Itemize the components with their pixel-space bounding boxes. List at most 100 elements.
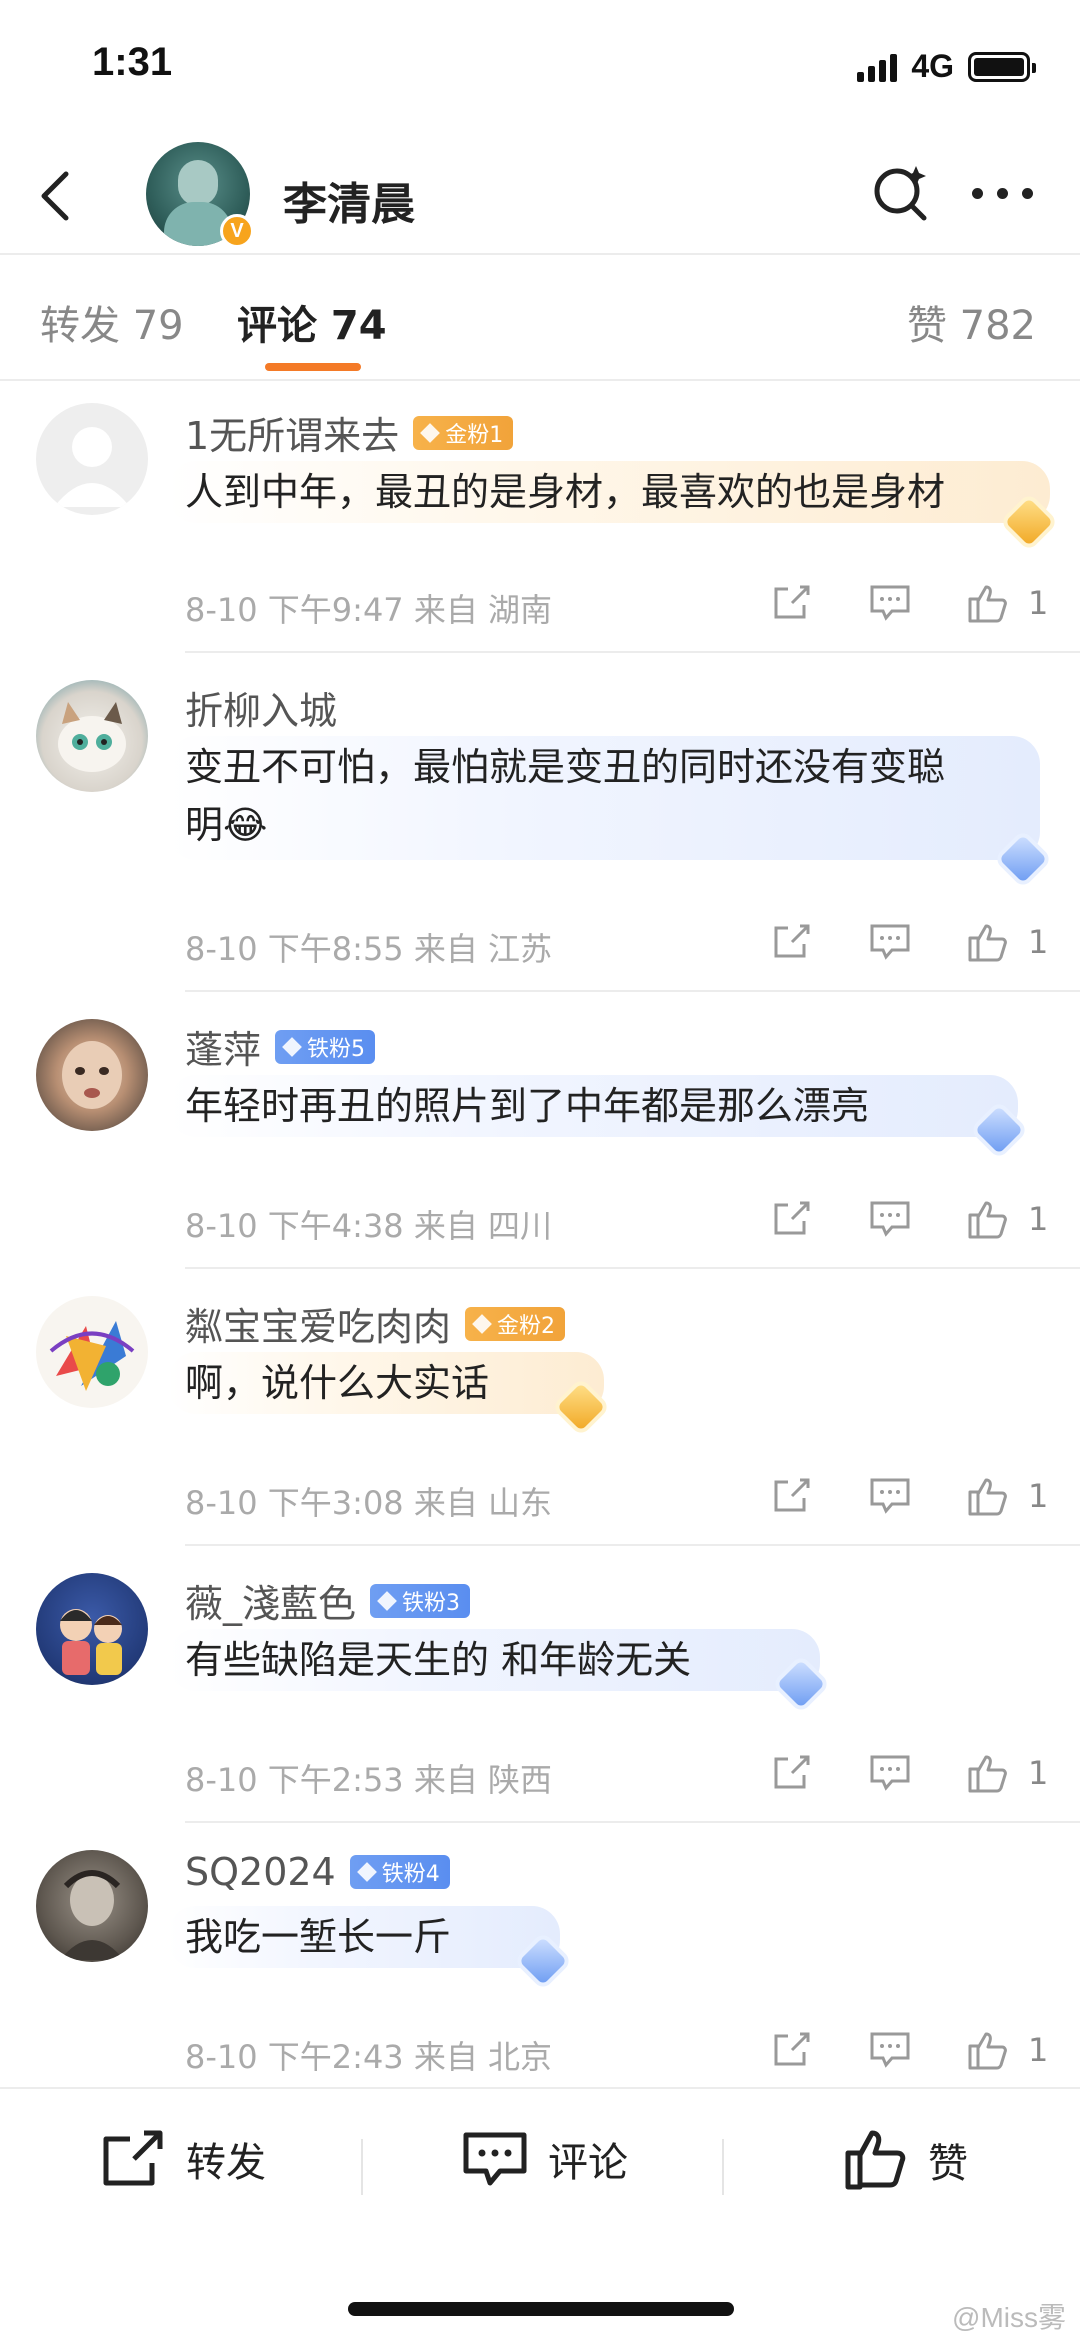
repost-button[interactable]: 转发: [100, 2129, 266, 2189]
search-sparkle-icon: [874, 166, 927, 221]
commenter-name[interactable]: 蓬萍: [185, 1019, 261, 1074]
back-arrow-icon: [41, 171, 69, 221]
comment-meta: 8-10 下午2:43 来自 北京: [185, 2038, 553, 2076]
commenter-avatar[interactable]: [36, 680, 148, 792]
comment-item: 薇_淺藍色 铁粉3 有些缺陷是天生的 和年龄无关 8-10 下午2:53 来自 …: [0, 1553, 1080, 1830]
commenter-name[interactable]: 1无所谓来去: [185, 405, 399, 460]
like-icon[interactable]: [966, 920, 1010, 964]
divider: [185, 1267, 1080, 1269]
comment-text[interactable]: 有些缺陷是天生的 和年龄无关: [185, 1631, 691, 1689]
fan-badge: 铁粉4: [349, 1855, 450, 1889]
divider: [185, 990, 1080, 992]
repost-icon[interactable]: [770, 1751, 814, 1795]
comment-icon[interactable]: [868, 581, 912, 625]
comment-icon[interactable]: [868, 1197, 912, 1241]
comment-button[interactable]: 评论: [462, 2129, 628, 2189]
sketch-avatar-icon: [60, 1870, 124, 1960]
repost-icon[interactable]: [770, 1474, 814, 1518]
comment-meta: 8-10 下午3:08 来自 山东: [185, 1484, 553, 1522]
comment-item: 粼宝宝爱吃肉肉 金粉2 啊，说什么大实话 8-10 下午3:08 来自 山东 1: [0, 1276, 1080, 1553]
tab-like[interactable]: 赞 782: [907, 293, 1036, 351]
comment-text[interactable]: 年轻时再丑的照片到了中年都是那么漂亮: [185, 1077, 869, 1135]
comment-item: 折柳入城 变丑不可怕，最怕就是变丑的同时还没有变聪 明😂 8-10 下午8:55…: [0, 660, 1080, 999]
repost-icon[interactable]: [770, 2028, 814, 2072]
user-line: 折柳入城: [185, 680, 337, 735]
comment-text[interactable]: 人到中年，最丑的是身材，最喜欢的也是身材: [185, 463, 945, 521]
commenter-avatar[interactable]: [36, 1573, 148, 1685]
like-count: 1: [1028, 1200, 1049, 1238]
search-button[interactable]: [868, 160, 932, 224]
iron-gem-decoration-icon: [772, 1657, 828, 1713]
divider: [185, 651, 1080, 653]
comment-item: 蓬萍 铁粉5 年轻时再丑的照片到了中年都是那么漂亮 8-10 下午4:38 来自…: [0, 999, 1080, 1276]
bottom-action-bar: 转发 评论 赞: [0, 2087, 1080, 2237]
commenter-name[interactable]: SQ2024: [185, 1850, 336, 1894]
comment-text[interactable]: 啊，说什么大实话: [185, 1354, 489, 1412]
tab-repost[interactable]: 转发 79: [40, 293, 184, 351]
commenter-name[interactable]: 粼宝宝爱吃肉肉: [185, 1296, 451, 1351]
repost-icon[interactable]: [770, 920, 814, 964]
separator: [361, 2139, 363, 2195]
commenter-avatar[interactable]: [36, 1019, 148, 1131]
like-icon[interactable]: [966, 2028, 1010, 2072]
status-indicators: 4G: [857, 48, 1036, 85]
badge-gem-icon: [282, 1036, 302, 1057]
commenter-name[interactable]: 薇_淺藍色: [185, 1573, 356, 1628]
separator: [722, 2139, 724, 2195]
repost-icon[interactable]: [770, 581, 814, 625]
like-icon[interactable]: [966, 1751, 1010, 1795]
commenter-avatar[interactable]: [36, 1296, 148, 1408]
comment-actions: 1: [770, 2028, 1048, 2072]
fan-badge: 金粉1: [413, 415, 514, 450]
comment-icon[interactable]: [868, 1751, 912, 1795]
author-avatar[interactable]: V: [146, 142, 254, 248]
default-avatar-icon: [54, 427, 130, 507]
comment-icon: [463, 2132, 527, 2186]
fan-badge: 铁粉3: [370, 1583, 471, 1618]
top-nav: V 李清晨: [0, 130, 1080, 255]
cartoon-avatar-icon: [60, 1609, 122, 1675]
commenter-avatar[interactable]: [36, 403, 148, 515]
home-indicator[interactable]: [348, 2302, 734, 2316]
comment-list: 1无所谓来去 金粉1 人到中年，最丑的是身材，最喜欢的也是身材 8-10 下午9…: [0, 383, 1080, 2095]
commenter-name[interactable]: 折柳入城: [185, 680, 337, 735]
baby-avatar-icon: [62, 1041, 122, 1109]
comment-item: SQ2024 铁粉4 我吃一堑长一斤 8-10 下午2:43 来自 北京 1: [0, 1830, 1080, 2095]
like-button[interactable]: 赞: [844, 2129, 968, 2191]
fan-badge: 铁粉5: [275, 1029, 376, 1064]
more-button[interactable]: [972, 178, 1042, 208]
watermark: @Miss雾: [952, 2302, 1066, 2333]
like-icon[interactable]: [966, 1197, 1010, 1241]
comment-meta: 8-10 下午9:47 来自 湖南: [185, 591, 553, 629]
badge-gem-icon: [377, 1590, 397, 1611]
comment-text[interactable]: 变丑不可怕，最怕就是变丑的同时还没有变聪 明😂: [185, 738, 945, 854]
colorful-drawing-avatar-icon: [49, 1321, 135, 1391]
like-icon[interactable]: [966, 1474, 1010, 1518]
comment-actions: 1: [770, 1197, 1048, 1241]
badge-gem-icon: [356, 1862, 377, 1882]
like-count: 1: [1028, 2031, 1049, 2069]
battery-icon: [968, 51, 1036, 82]
badge-gem-icon: [472, 1313, 492, 1334]
status-time: 1:31: [92, 40, 173, 84]
like-count: 1: [1028, 1477, 1049, 1515]
comment-text[interactable]: 我吃一堑长一斤: [185, 1908, 451, 1966]
comment-icon[interactable]: [868, 1474, 912, 1518]
more-dots-icon: [972, 187, 983, 199]
comment-actions: 1: [770, 1751, 1048, 1795]
iron-gem-decoration-icon: [514, 1934, 570, 1990]
commenter-avatar[interactable]: [36, 1850, 148, 1962]
author-name[interactable]: 李清晨: [283, 168, 415, 232]
like-label: 赞: [928, 2141, 968, 2187]
badge-gem-icon: [420, 422, 441, 443]
comment-icon[interactable]: [868, 2028, 912, 2072]
comment-icon[interactable]: [868, 920, 912, 964]
cat-avatar-icon: [58, 702, 126, 772]
like-icon[interactable]: [966, 581, 1010, 625]
network-type: 4G: [911, 48, 954, 84]
back-button[interactable]: [28, 160, 88, 230]
active-tab-indicator: [265, 363, 361, 371]
like-count: 1: [1028, 1754, 1049, 1792]
divider: [185, 1544, 1080, 1546]
repost-icon[interactable]: [770, 1197, 814, 1241]
